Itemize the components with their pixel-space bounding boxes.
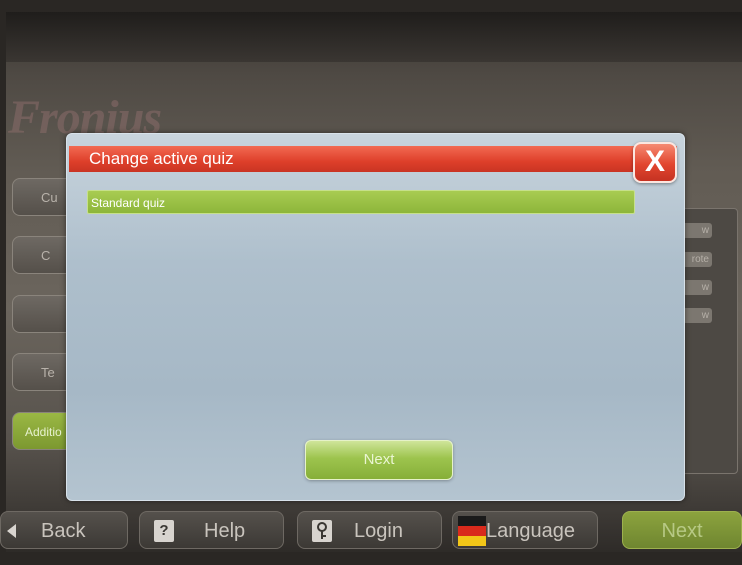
change-quiz-dialog: Change active quiz X Standard quiz Next (66, 133, 685, 501)
dialog-next-button[interactable]: Next (305, 440, 453, 480)
login-button[interactable]: Login (297, 511, 442, 549)
close-button[interactable]: X (633, 142, 677, 183)
quiz-item-label: Standard quiz (91, 196, 166, 210)
key-icon (312, 520, 332, 542)
back-arrow-icon (7, 524, 16, 538)
dialog-title: Change active quiz (69, 146, 677, 172)
language-flag-icon (458, 516, 486, 546)
close-icon: X (644, 145, 665, 178)
language-button[interactable]: Language (452, 511, 598, 549)
next-button[interactable]: Next (622, 511, 742, 549)
top-bar (6, 12, 742, 62)
back-button[interactable]: Back (0, 511, 128, 549)
help-icon: ? (154, 520, 174, 542)
quiz-list-item-standard[interactable]: Standard quiz (87, 190, 635, 214)
help-button[interactable]: ? Help (139, 511, 284, 549)
